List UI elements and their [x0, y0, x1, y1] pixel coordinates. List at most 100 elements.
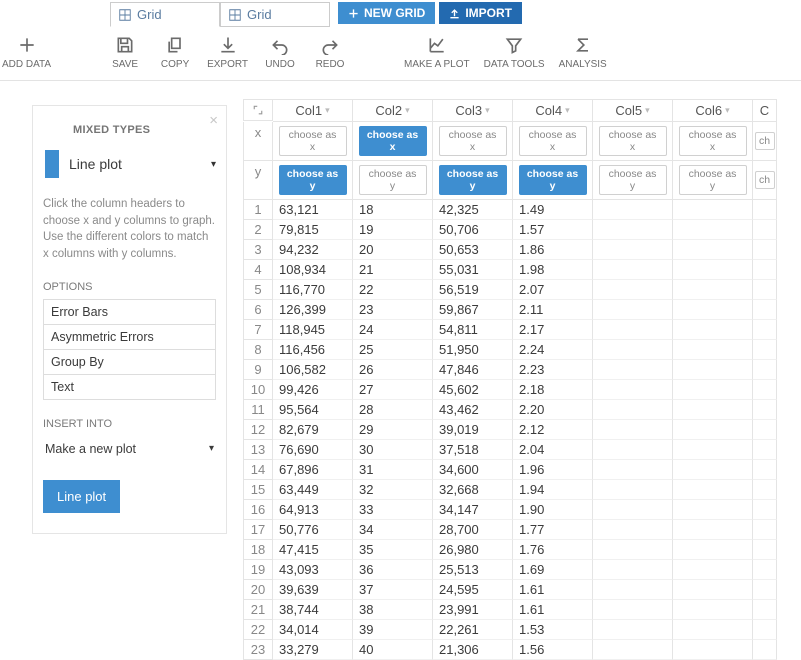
cell[interactable]	[753, 360, 777, 380]
option-text[interactable]: Text	[44, 375, 215, 400]
cell[interactable]: 39,639	[273, 580, 353, 600]
cell[interactable]: 45,602	[433, 380, 513, 400]
choose-as-y-button[interactable]: choose as y	[679, 165, 747, 195]
cell[interactable]	[753, 420, 777, 440]
cell[interactable]: 50,653	[433, 240, 513, 260]
cell[interactable]: 126,399	[273, 300, 353, 320]
cell[interactable]	[753, 280, 777, 300]
cell[interactable]	[593, 480, 673, 500]
cell[interactable]	[753, 340, 777, 360]
cell[interactable]: 34,600	[433, 460, 513, 480]
cell[interactable]: 76,690	[273, 440, 353, 460]
cell[interactable]: 2.23	[513, 360, 593, 380]
cell[interactable]: 25,513	[433, 560, 513, 580]
import-button[interactable]: IMPORT	[439, 2, 522, 24]
column-header[interactable]: Col5▾	[593, 99, 673, 122]
cell[interactable]: 2.20	[513, 400, 593, 420]
cell[interactable]	[593, 200, 673, 220]
cell[interactable]: 24	[353, 320, 433, 340]
data-tools-tool[interactable]: DATA TOOLS	[484, 35, 545, 70]
cell[interactable]	[593, 600, 673, 620]
analysis-tool[interactable]: ANALYSIS	[559, 35, 607, 70]
choose-as-y-button[interactable]: choose as y	[599, 165, 667, 195]
cell[interactable]: 23,991	[433, 600, 513, 620]
cell[interactable]	[753, 620, 777, 640]
cell[interactable]: 23	[353, 300, 433, 320]
cell[interactable]: 20	[353, 240, 433, 260]
row-number[interactable]: 19	[243, 560, 273, 580]
row-number[interactable]: 9	[243, 360, 273, 380]
cell[interactable]	[753, 580, 777, 600]
cell[interactable]	[673, 600, 753, 620]
undo-tool[interactable]: UNDO	[262, 35, 298, 70]
column-header[interactable]: Col6▾	[673, 99, 753, 122]
close-panel-icon[interactable]: ×	[209, 112, 218, 129]
cell[interactable]: 2.18	[513, 380, 593, 400]
cell[interactable]: 32,668	[433, 480, 513, 500]
row-number[interactable]: 13	[243, 440, 273, 460]
cell[interactable]: 116,456	[273, 340, 353, 360]
cell[interactable]: 47,846	[433, 360, 513, 380]
cell[interactable]	[673, 560, 753, 580]
cell[interactable]	[593, 440, 673, 460]
cell[interactable]: 26,980	[433, 540, 513, 560]
choose-as-x-button[interactable]: choose as x	[359, 126, 427, 156]
cell[interactable]	[593, 520, 673, 540]
cell[interactable]: 38	[353, 600, 433, 620]
row-number[interactable]: 6	[243, 300, 273, 320]
cell[interactable]	[673, 200, 753, 220]
choose-as-x-button[interactable]: choose as x	[679, 126, 747, 156]
cell[interactable]	[593, 400, 673, 420]
cell[interactable]	[753, 440, 777, 460]
row-number[interactable]: 16	[243, 500, 273, 520]
choose-as-x-button[interactable]: choose as x	[439, 126, 507, 156]
cell[interactable]: 31	[353, 460, 433, 480]
row-number[interactable]: 12	[243, 420, 273, 440]
cell[interactable]: 38,744	[273, 600, 353, 620]
plot-type-dropdown[interactable]: Line plot ▾	[45, 150, 216, 178]
cell[interactable]	[593, 320, 673, 340]
cell[interactable]: 1.69	[513, 560, 593, 580]
choose-as-y-button[interactable]: choose as y	[519, 165, 587, 195]
cell[interactable]: 2.17	[513, 320, 593, 340]
row-number[interactable]: 23	[243, 640, 273, 660]
cell[interactable]: 1.86	[513, 240, 593, 260]
cell[interactable]: 40	[353, 640, 433, 660]
row-number[interactable]: 5	[243, 280, 273, 300]
choose-as-x-button[interactable]: choose as x	[279, 126, 347, 156]
copy-tool[interactable]: COPY	[157, 35, 193, 70]
cell[interactable]: 2.04	[513, 440, 593, 460]
cell[interactable]	[673, 520, 753, 540]
cell[interactable]: 1.53	[513, 620, 593, 640]
cell[interactable]: 63,121	[273, 200, 353, 220]
cell[interactable]	[673, 260, 753, 280]
cell[interactable]	[673, 540, 753, 560]
option-asymmetric-errors[interactable]: Asymmetric Errors	[44, 325, 215, 350]
row-number[interactable]: 11	[243, 400, 273, 420]
cell[interactable]: 2.12	[513, 420, 593, 440]
cell[interactable]	[593, 220, 673, 240]
cell[interactable]	[673, 380, 753, 400]
cell[interactable]	[593, 240, 673, 260]
cell[interactable]: 29	[353, 420, 433, 440]
row-number[interactable]: 2	[243, 220, 273, 240]
cell[interactable]	[753, 460, 777, 480]
grid-corner[interactable]	[243, 99, 273, 121]
cell[interactable]: 30	[353, 440, 433, 460]
cell[interactable]	[673, 300, 753, 320]
cell[interactable]	[753, 400, 777, 420]
cell[interactable]: 55,031	[433, 260, 513, 280]
cell[interactable]: 2.07	[513, 280, 593, 300]
row-number[interactable]: 3	[243, 240, 273, 260]
cell[interactable]: 34,147	[433, 500, 513, 520]
cell[interactable]: 116,770	[273, 280, 353, 300]
cell[interactable]	[673, 460, 753, 480]
cell[interactable]: 36	[353, 560, 433, 580]
cell[interactable]: 99,426	[273, 380, 353, 400]
cell[interactable]	[593, 380, 673, 400]
cell[interactable]: 95,564	[273, 400, 353, 420]
choose-as-x-button[interactable]: choose as x	[599, 126, 667, 156]
cell[interactable]: 39	[353, 620, 433, 640]
cell[interactable]: 24,595	[433, 580, 513, 600]
cell[interactable]: 79,815	[273, 220, 353, 240]
